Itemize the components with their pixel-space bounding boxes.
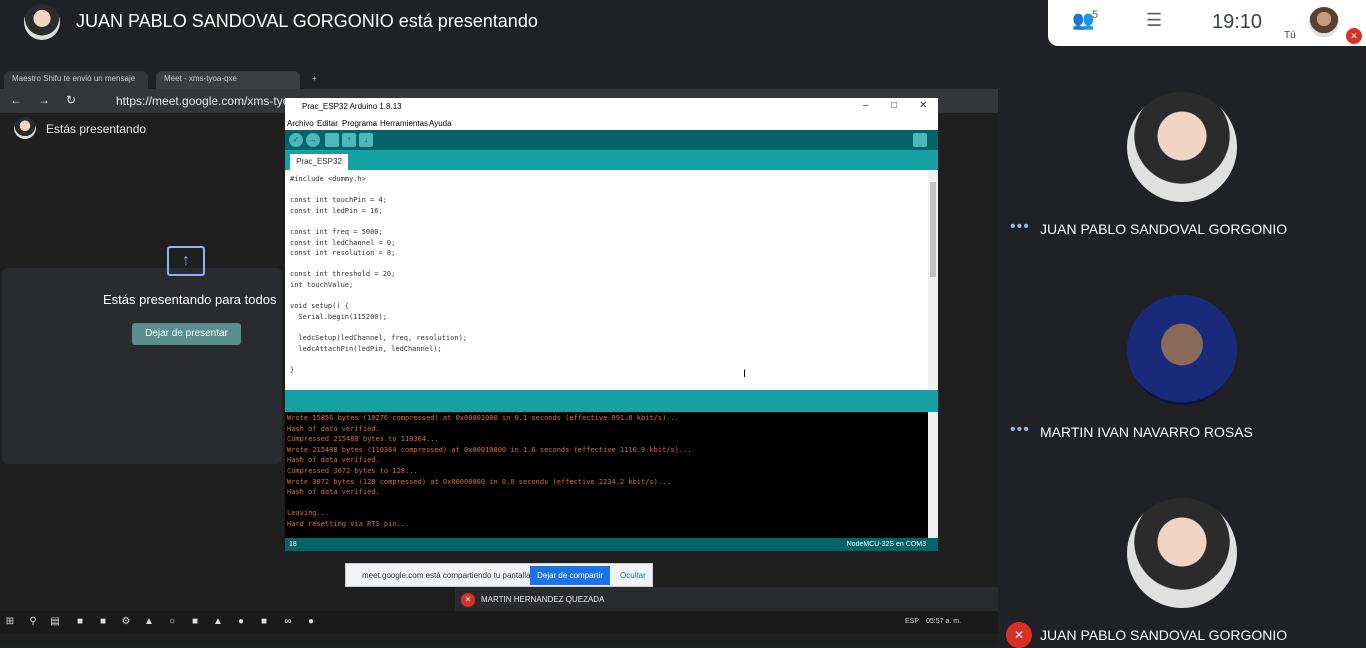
minimize-icon[interactable]: – [863,100,869,111]
participant-avatar [1127,295,1237,405]
stop-presenting-button[interactable]: Dejar de presentar [132,323,241,345]
mic-off-icon: ✕ [1346,28,1362,44]
language-indicator[interactable]: ESP [905,618,919,625]
menu-editar[interactable]: Editar [317,119,338,128]
app-icon[interactable]: ■ [74,616,86,628]
console-output: Wrote 15856 bytes (10276 compressed) at … [285,412,928,538]
mic-off-icon: ✕ [1006,622,1032,648]
board-port: NodeMCU-32S en COM3 [846,541,926,548]
clock: 19:10 [1212,11,1263,33]
new-tab-button[interactable]: + [304,71,322,89]
forward-icon[interactable]: → [38,93,50,107]
arduino-toolbar: ✓ → ↑ ↓ [285,130,938,150]
participant-strip: ✕ MARTIN HERNANDEZ QUEZADA [455,587,998,611]
menu-herramientas[interactable]: Herramientas [380,119,428,128]
line-number: 18 [289,541,297,548]
share-text: meet.google.com está compartiendo tu pan… [362,571,533,580]
arduino-icon[interactable]: ∞ [282,616,294,628]
mic-off-icon: ✕ [461,593,475,607]
self-avatar [1309,7,1339,37]
taskbar-clock[interactable]: 05:57 a. m. [926,618,961,625]
arduino-window: Prac_ESP32 Arduino 1.8.13 – □ ✕ Archivo … [285,98,938,551]
new-sketch-icon[interactable] [325,133,339,147]
console-scrollbar[interactable] [928,412,938,538]
reload-icon[interactable]: ↻ [66,93,76,107]
settings-icon[interactable]: ⚙ [120,616,132,628]
serial-monitor-icon[interactable] [913,133,927,147]
app-icon[interactable]: ■ [97,616,109,628]
code-editor[interactable]: #include <dummy.h> const int touchPin = … [285,170,928,390]
upload-icon[interactable]: → [306,133,320,147]
sketch-tab[interactable]: Prac_ESP32 [290,154,348,170]
more-options-icon[interactable]: ••• [1010,421,1030,439]
participant-avatar [1127,92,1237,202]
open-sketch-icon[interactable]: ↑ [342,133,356,147]
participant-name: MARTIN IVAN NAVARRO ROSAS [1040,424,1253,440]
hide-link[interactable]: Ocultar [620,571,646,580]
verify-icon[interactable]: ✓ [289,133,303,147]
search-icon[interactable]: ⚲ [27,616,39,628]
presenter-avatar [24,4,60,40]
share-banner: meet.google.com está compartiendo tu pan… [345,563,653,587]
present-upload-icon: ↑ [167,246,205,276]
edge-icon[interactable]: ● [305,616,317,628]
tab-label: Maestro Shifu te envió un mensaje [12,74,136,83]
console-divider [285,390,938,412]
arduino-titlebar: Prac_ESP32 Arduino 1.8.13 – □ ✕ [285,98,938,116]
browser-tab-meet[interactable]: Meet - xms-tyoa-qxe [156,71,300,89]
task-view-icon[interactable]: ▤ [49,616,61,628]
windows-start-icon[interactable]: ⊞ [4,616,16,628]
vscode-icon[interactable]: ▲ [212,616,224,628]
participant-name: MARTIN HERNANDEZ QUEZADA [481,595,605,604]
browser-tab-strip: Maestro Shifu te envió un mensaje Meet -… [0,69,998,89]
editor-scrollbar[interactable] [928,170,938,390]
text-cursor-icon: I [743,368,747,380]
more-options-icon[interactable]: ••• [1010,218,1030,236]
maximize-icon[interactable]: □ [891,100,897,111]
stop-sharing-button[interactable]: Dejar de compartir [530,566,610,585]
menu-programa[interactable]: Programa [342,119,377,128]
editor-scroll-thumb[interactable] [930,182,936,277]
chat-icon[interactable]: ☰ [1146,10,1162,31]
browser-tab-facebook[interactable]: Maestro Shifu te envió un mensaje [4,71,148,89]
close-icon[interactable]: ✕ [919,100,927,111]
windows-taskbar: ⊞ ⚲ ▤ ■ ■ ⚙ ▲ ○ ■ ▲ ● ■ ∞ ● ESP 05:57 a.… [0,611,998,633]
tab-label: Meet - xms-tyoa-qxe [164,74,237,83]
self-label: Tú [1284,30,1296,41]
arduino-menubar: Archivo Editar Programa Herramientas Ayu… [285,116,938,130]
menu-archivo[interactable]: Archivo [287,119,314,128]
presenting-avatar [14,117,36,139]
arduino-statusbar: 18 NodeMCU-32S en COM3 [285,538,938,551]
edge-icon[interactable]: ● [235,616,247,628]
visual-studio-icon[interactable]: ▲ [143,616,155,628]
arduino-title: Prac_ESP32 Arduino 1.8.13 [302,102,402,111]
participant-avatar [1127,498,1237,608]
participant-name: JUAN PABLO SANDOVAL GORGONIO [1040,221,1288,237]
present-heading: Estás presentando para todos [103,292,277,307]
folder-icon[interactable]: ■ [189,616,201,628]
arduino-tabbar: Prac_ESP32 [285,150,938,170]
participant-name: JUAN PABLO SANDOVAL GORGONIO [1040,627,1288,643]
presenter-title: JUAN PABLO SANDOVAL GORGONIO está presen… [76,11,538,31]
opera-icon[interactable]: ○ [166,616,178,628]
people-count: 5 [1092,9,1099,21]
presenting-label: Estás presentando [46,122,147,136]
menu-ayuda[interactable]: Ayuda [429,119,452,128]
save-sketch-icon[interactable]: ↓ [359,133,373,147]
back-icon[interactable]: ← [10,93,22,107]
app-icon[interactable]: ■ [258,616,270,628]
